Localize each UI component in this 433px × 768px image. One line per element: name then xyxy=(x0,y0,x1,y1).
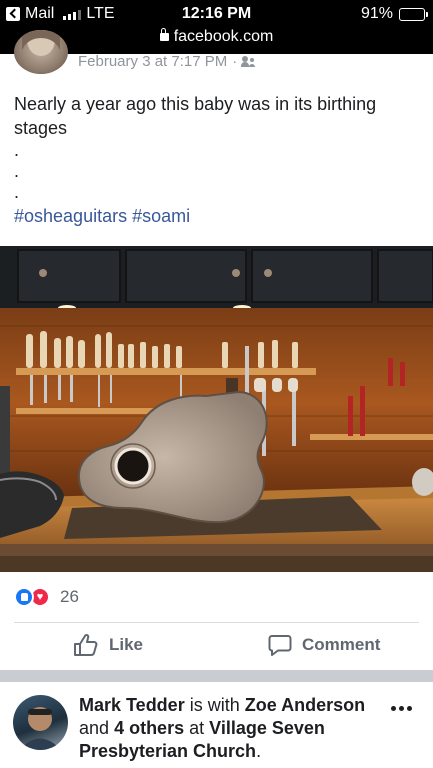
dot-line: . xyxy=(14,182,20,202)
tagged-person[interactable]: Zoe Anderson xyxy=(245,695,365,715)
story-and-text: and xyxy=(79,718,110,738)
dot-line: . xyxy=(14,140,20,160)
post-dots: . . . xyxy=(14,140,424,203)
lock-icon xyxy=(159,28,169,41)
post-body: Nearly a year ago this baby was in its b… xyxy=(14,92,424,228)
post-timestamp[interactable]: February 3 at 7:17 PM xyxy=(78,53,227,70)
story-with-text: is with xyxy=(189,695,240,715)
story-author-avatar[interactable] xyxy=(13,695,68,750)
post-meta: February 3 at 7:17 PM · xyxy=(78,53,256,70)
like-label[interactable]: Like xyxy=(109,635,143,655)
story-at-text: at xyxy=(189,718,205,738)
like-reaction-icon xyxy=(14,587,34,607)
reaction-count[interactable]: 26 xyxy=(60,587,79,607)
story-header: Mark Tedder is with Zoe Anderson and 4 o… xyxy=(79,694,379,763)
url-domain[interactable]: facebook.com xyxy=(174,28,274,45)
friends-audience-icon[interactable] xyxy=(241,56,256,67)
hashtag-link[interactable]: #osheaguitars xyxy=(14,206,127,226)
story-author-name[interactable]: Mark Tedder xyxy=(79,695,185,715)
battery-percent: 91% xyxy=(360,5,393,22)
post-photo[interactable] xyxy=(0,246,433,572)
battery-icon xyxy=(399,7,428,21)
more-options-icon[interactable] xyxy=(391,706,412,711)
reactions-summary[interactable]: 26 xyxy=(14,587,79,607)
comment-button[interactable]: Comment xyxy=(268,633,380,657)
post-author-avatar[interactable] xyxy=(14,30,68,74)
tagged-others[interactable]: 4 others xyxy=(114,718,184,738)
hashtag-link[interactable]: #soami xyxy=(132,206,190,226)
post-message: Nearly a year ago this baby was in its b… xyxy=(14,94,377,138)
post-hashtags: #osheaguitars #soami xyxy=(14,204,424,228)
meta-separator: · xyxy=(232,53,238,70)
comment-label[interactable]: Comment xyxy=(302,635,380,655)
guitar-workshop-image xyxy=(0,246,433,572)
comment-bubble-icon xyxy=(268,635,292,656)
status-bar: Mail LTE 12:16 PM 91% xyxy=(0,0,433,28)
like-button[interactable]: Like xyxy=(73,633,143,657)
dot-line: . xyxy=(14,161,20,181)
feed-separator xyxy=(0,670,433,682)
battery-status: 91% xyxy=(360,5,428,23)
story-period: . xyxy=(256,741,262,761)
thumbs-up-icon xyxy=(74,633,98,656)
divider xyxy=(14,622,419,623)
